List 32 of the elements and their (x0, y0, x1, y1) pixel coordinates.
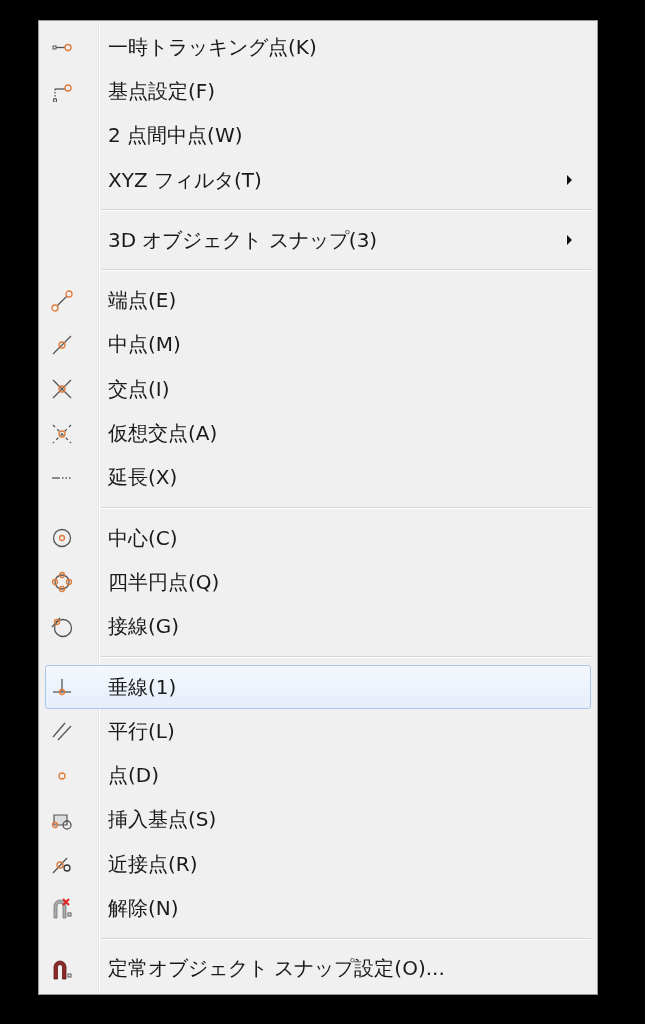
snap-off-icon (51, 897, 73, 920)
menu-item[interactable]: 一時トラッキング点(K) (45, 25, 591, 70)
menu-item[interactable]: 挿入基点(S) (45, 797, 591, 843)
menu-item[interactable]: 定常オブジェクト スナップ設定(O)... (45, 946, 591, 991)
menu-item[interactable]: 接線(G) (45, 604, 591, 649)
menu-item[interactable]: 四半円点(Q) (45, 560, 591, 605)
menu-item[interactable]: XYZ フィルタ(T) (45, 157, 591, 203)
center-icon (51, 527, 73, 550)
menu-item[interactable]: 仮想交点(A) (45, 411, 591, 456)
menu-item[interactable]: 垂線(1) (45, 664, 591, 710)
tangent-icon (51, 615, 73, 638)
menu-item[interactable]: 基点設定(F) (45, 69, 591, 114)
extension-icon (51, 475, 73, 480)
menu-item[interactable]: 中点(M) (45, 322, 591, 368)
parallel-icon (51, 720, 73, 743)
perpendicular-icon (51, 676, 73, 698)
menu-item[interactable]: 点(D) (45, 753, 591, 798)
menu-item[interactable]: 延長(X) (45, 455, 591, 500)
endpoint-icon (51, 289, 73, 312)
intersection-icon (51, 378, 73, 401)
magnet-icon (51, 957, 73, 980)
menu-item[interactable]: 平行(L) (45, 709, 591, 754)
menu-item[interactable]: 交点(I) (45, 367, 591, 412)
menu-item[interactable]: 2 点間中点(W) (45, 113, 591, 158)
menu-item[interactable]: 近接点(R) (45, 842, 591, 887)
quadrant-icon (51, 571, 73, 594)
apparent-intersection-icon (51, 422, 73, 445)
midpoint-icon (51, 333, 73, 356)
menu-item[interactable]: 端点(E) (45, 278, 591, 323)
menu-item[interactable]: 解除(N) (45, 886, 591, 931)
menu-item[interactable]: 中心(C) (45, 515, 591, 561)
menu-item[interactable]: 3D オブジェクト スナップ(3) (45, 218, 591, 263)
